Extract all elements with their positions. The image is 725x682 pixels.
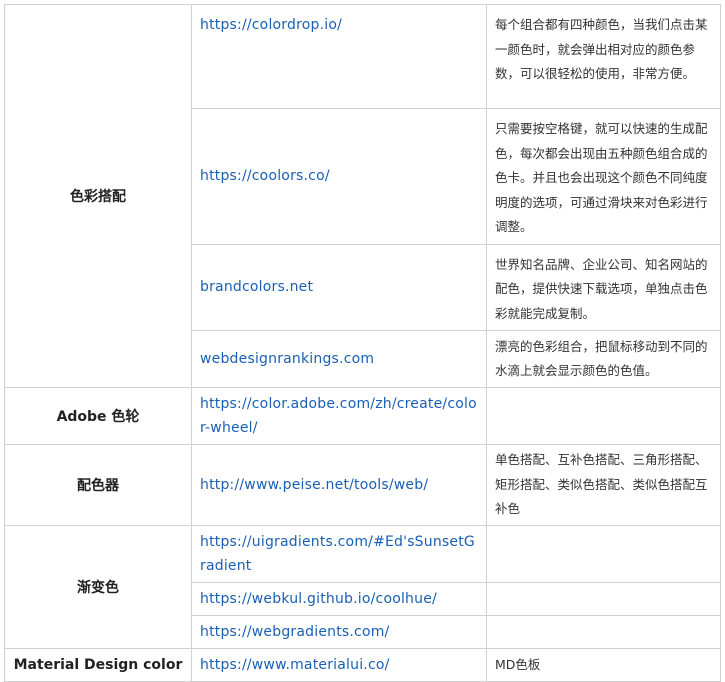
url-cell: https://color.adobe.com/zh/create/color-… — [191, 387, 487, 445]
description-cell: 只需要按空格键，就可以快速的生成配色，每次都会出现由五种颜色组合成的色卡。并且也… — [486, 108, 721, 245]
description-cell: 每个组合都有四种颜色，当我们点击某一颜色时，就会弹出相对应的颜色参数，可以很轻松… — [486, 4, 721, 109]
table-row: 配色器 http://www.peise.net/tools/web/ 单色搭配… — [4, 444, 721, 526]
description-cell — [486, 525, 721, 583]
description-cell: 世界知名品牌、企业公司、知名网站的配色，提供快速下载选项，单独点击色彩就能完成复… — [486, 243, 721, 331]
link-coolors[interactable]: https://coolors.co/ — [200, 168, 330, 184]
url-cell: https://webkul.github.io/coolhue/ — [191, 582, 487, 616]
link-webgradients[interactable]: https://webgradients.com/ — [200, 624, 389, 640]
description-cell: 漂亮的色彩组合，把鼠标移动到不同的水滴上就会显示颜色的色值。 — [486, 330, 721, 388]
category-cell: 配色器 — [4, 444, 192, 526]
table-row: 色彩搭配 https://colordrop.io/ 每个组合都有四种颜色，当我… — [4, 4, 721, 388]
link-coolhue[interactable]: https://webkul.github.io/coolhue/ — [200, 591, 437, 607]
url-cell: https://www.materialui.co/ — [191, 648, 487, 682]
link-brandcolors[interactable]: brandcolors.net — [200, 279, 313, 295]
link-uigradients[interactable]: https://uigradients.com/#Ed'sSunsetGradi… — [200, 534, 475, 574]
description-cell — [486, 582, 721, 616]
table-row: Material Design color https://www.materi… — [4, 648, 721, 682]
url-cell: webdesignrankings.com — [191, 330, 487, 388]
color-tools-table: 色彩搭配 https://colordrop.io/ 每个组合都有四种颜色，当我… — [4, 4, 721, 682]
url-cell: brandcolors.net — [191, 243, 487, 331]
category-cell: 色彩搭配 — [4, 4, 192, 388]
category-cell: Adobe 色轮 — [4, 387, 192, 445]
url-cell: https://coolors.co/ — [191, 108, 487, 245]
link-webdesignrankings[interactable]: webdesignrankings.com — [200, 351, 374, 367]
description-cell — [486, 387, 721, 445]
description-cell: MD色板 — [486, 648, 721, 682]
category-cell: Material Design color — [4, 648, 192, 682]
table-row: Adobe 色轮 https://color.adobe.com/zh/crea… — [4, 387, 721, 445]
table-row: 渐变色 https://uigradients.com/#Ed'sSunsetG… — [4, 525, 721, 649]
url-cell: https://webgradients.com/ — [191, 615, 487, 649]
link-adobe-color-wheel[interactable]: https://color.adobe.com/zh/create/color-… — [200, 396, 477, 436]
link-peise[interactable]: http://www.peise.net/tools/web/ — [200, 477, 428, 493]
link-colordrop[interactable]: https://colordrop.io/ — [200, 17, 342, 33]
url-cell: https://uigradients.com/#Ed'sSunsetGradi… — [191, 525, 487, 583]
category-cell: 渐变色 — [4, 525, 192, 649]
url-cell: https://colordrop.io/ — [191, 4, 487, 109]
link-materialui[interactable]: https://www.materialui.co/ — [200, 657, 390, 673]
description-cell: 单色搭配、互补色搭配、三角形搭配、矩形搭配、类似色搭配、类似色搭配互补色 — [486, 444, 721, 526]
description-cell — [486, 615, 721, 649]
url-cell: http://www.peise.net/tools/web/ — [191, 444, 487, 526]
